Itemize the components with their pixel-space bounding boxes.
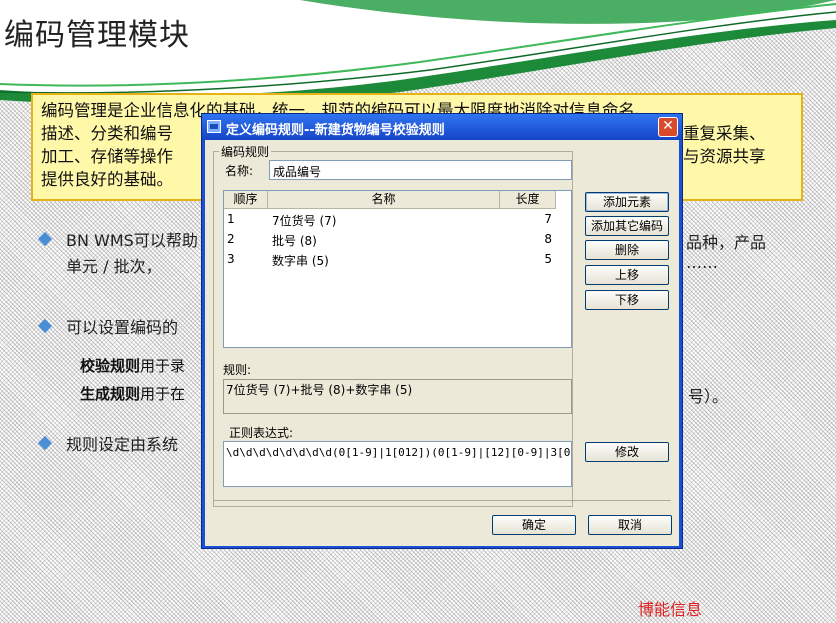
- dialog-titlebar[interactable]: 定义编码规则--新建货物编号校验规则 ✕: [202, 114, 682, 140]
- dialog-title: 定义编码规则--新建货物编号校验规则: [226, 123, 445, 138]
- footer-divider: [213, 500, 671, 501]
- close-icon: ✕: [662, 118, 674, 134]
- cancel-button[interactable]: 取消: [588, 515, 672, 535]
- list-item[interactable]: 3 数字串 (5) 5: [224, 249, 571, 269]
- list-item[interactable]: 1 7位货号 (7) 7: [224, 209, 571, 229]
- intro-line-2-right: 重复采集、: [683, 124, 766, 143]
- group-label: 编码规则: [219, 143, 272, 160]
- move-down-button[interactable]: 下移: [585, 290, 669, 310]
- row-name: 数字串 (5): [272, 254, 329, 268]
- col-length[interactable]: 长度: [500, 191, 556, 209]
- list-item[interactable]: 2 批号 (8) 8: [224, 229, 571, 249]
- row-seq: 1: [227, 212, 235, 226]
- list-header: 顺序 名称 长度: [224, 191, 571, 209]
- row-name: 批号 (8): [272, 234, 317, 248]
- row-length: 8: [544, 232, 552, 246]
- brand-label: 博能信息: [638, 600, 703, 619]
- row-length: 7: [544, 212, 552, 226]
- col-name[interactable]: 名称: [268, 191, 500, 209]
- regex-input[interactable]: \d\d\d\d\d\d\d\d(0[1-9]|1[012])(0[1-9]|[…: [223, 441, 572, 487]
- bullet-3-text: 规则设定由系统: [66, 435, 179, 454]
- row-length: 5: [544, 252, 552, 266]
- move-up-button[interactable]: 上移: [585, 265, 669, 285]
- sub-1-text: 用于录: [140, 357, 186, 375]
- row-name: 7位货号 (7): [272, 214, 337, 228]
- intro-line-3-left: 加工、存储等操作: [41, 147, 173, 166]
- bullet-1-right: 品种，产品: [686, 233, 767, 252]
- sub-2-bold: 生成规则: [80, 385, 141, 403]
- dialog-client: 编码规则 名称: 成品编号 顺序 名称 长度 1 7位货号 (7) 7 2 批号…: [205, 140, 679, 546]
- modify-button[interactable]: 修改: [585, 442, 669, 462]
- bullet-1-line-2-right: ……: [686, 253, 718, 272]
- intro-line-2-left: 描述、分类和编号: [41, 124, 173, 143]
- bullet-diamond-icon: [37, 231, 53, 247]
- add-element-button[interactable]: 添加元素: [585, 192, 669, 212]
- rule-display: 7位货号 (7)+批号 (8)+数字串 (5): [223, 379, 572, 414]
- bullet-diamond-icon: [37, 318, 53, 334]
- bullet-2-text: 可以设置编码的: [66, 318, 179, 337]
- sub-1-bold: 校验规则: [80, 357, 141, 375]
- app-icon: [207, 120, 221, 133]
- close-button[interactable]: ✕: [658, 117, 678, 137]
- add-other-code-button[interactable]: 添加其它编码: [585, 216, 669, 236]
- bullet-diamond-icon: [37, 435, 53, 451]
- row-seq: 2: [227, 232, 235, 246]
- name-input[interactable]: 成品编号: [269, 160, 572, 180]
- encoding-rule-dialog: 定义编码规则--新建货物编号校验规则 ✕ 编码规则 名称: 成品编号 顺序 名称…: [201, 113, 683, 549]
- intro-line-3-right: 与资源共享: [683, 147, 766, 166]
- col-seq[interactable]: 顺序: [224, 191, 268, 209]
- ok-button[interactable]: 确定: [492, 515, 576, 535]
- sub-line-1: 校验规则用于录: [80, 355, 185, 376]
- regex-label: 正则表达式:: [229, 426, 294, 440]
- delete-button[interactable]: 删除: [585, 240, 669, 260]
- rule-label: 规则:: [223, 363, 252, 377]
- sub-2-text: 用于在: [140, 385, 186, 403]
- slide-title: 编码管理模块: [4, 18, 190, 53]
- element-list[interactable]: 顺序 名称 长度 1 7位货号 (7) 7 2 批号 (8) 8 3 数字串 (…: [223, 190, 572, 348]
- sub-line-2: 生成规则用于在: [80, 383, 185, 404]
- name-label: 名称:: [225, 164, 254, 178]
- sub-2-right: 号）。: [688, 387, 729, 406]
- bullet-1-line-2: 单元 / 批次，: [66, 257, 162, 276]
- row-seq: 3: [227, 252, 235, 266]
- bullet-1-text: BN WMS可以帮助: [66, 231, 198, 250]
